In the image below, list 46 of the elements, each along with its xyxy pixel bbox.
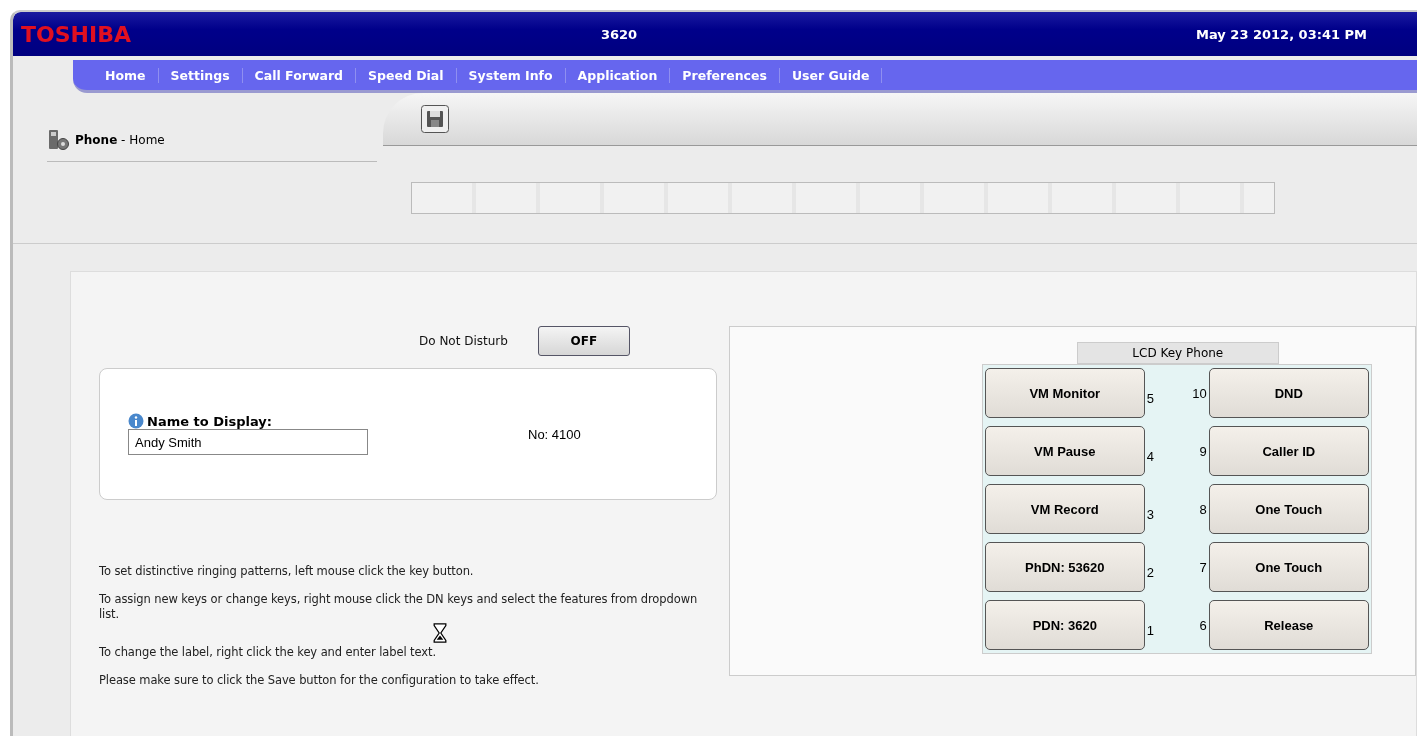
nav-link[interactable]: Application <box>565 67 671 83</box>
help-text: Please make sure to click the Save button for the configuration to take effect. <box>99 673 540 688</box>
phone-gear-icon <box>47 129 71 151</box>
help-text: To change the label, right click the key and enter label text. <box>99 645 437 660</box>
phone-key[interactable]: One Touch <box>1208 542 1369 592</box>
phone-key[interactable]: VM Record <box>984 484 1145 534</box>
key-number: 9 <box>1198 443 1208 459</box>
info-icon <box>128 413 144 429</box>
phone-title: LCD Key Phone <box>1076 342 1279 364</box>
nav-link[interactable]: User Guide <box>779 67 883 83</box>
key-number: 6 <box>1198 617 1208 633</box>
nav-link[interactable]: System Info <box>456 67 566 83</box>
brand-logo: TOSHIBA <box>21 21 131 47</box>
phone-key[interactable]: VM Pause <box>984 426 1145 476</box>
key-number: 5 <box>1145 390 1155 406</box>
save-icon[interactable] <box>421 105 449 133</box>
key-number: 3 <box>1145 506 1155 522</box>
nav-link[interactable]: Preferences <box>670 67 780 83</box>
date-time: May 23 2012, 03:41 PM <box>1196 26 1367 42</box>
dnd-toggle-button[interactable]: OFF <box>537 326 630 356</box>
nav-link[interactable]: Call Forward <box>242 67 356 83</box>
key-number: 4 <box>1145 448 1155 464</box>
key-number: 10 <box>1191 385 1208 401</box>
phone-key[interactable]: Release <box>1208 600 1369 650</box>
extension-number: 3620 <box>600 26 638 42</box>
key-number: 2 <box>1145 564 1155 580</box>
extension-label: No: 4100 <box>528 426 581 442</box>
phone-key[interactable]: Caller ID <box>1208 426 1369 476</box>
hourglass-icon <box>433 623 447 643</box>
key-number: 7 <box>1198 559 1208 575</box>
nav-link[interactable]: Settings <box>158 67 243 83</box>
phone-key[interactable]: DND <box>1208 368 1369 418</box>
key-number: 1 <box>1145 622 1155 638</box>
dnd-label: Do Not Disturb <box>419 334 508 348</box>
help-text: To set distinctive ringing patterns, left mouse click the key button. <box>99 564 475 579</box>
phone-key[interactable]: PDN: 3620 <box>984 600 1145 650</box>
breadcrumb: Phone - Home <box>75 133 165 147</box>
phone-key[interactable]: PhDN: 53620 <box>984 542 1145 592</box>
key-number: 8 <box>1198 501 1208 517</box>
phone-key[interactable]: VM Monitor <box>984 368 1145 418</box>
phone-key[interactable]: One Touch <box>1208 484 1369 534</box>
nav-link[interactable]: Home <box>93 67 159 83</box>
nav-link[interactable]: Speed Dial <box>356 67 457 83</box>
help-text: To assign new keys or change keys, right mouse click the DN keys and select the features from dropdown list. <box>99 592 699 622</box>
name-field[interactable]: Andy Smith <box>128 429 368 455</box>
name-label: Name to Display: <box>147 413 272 429</box>
